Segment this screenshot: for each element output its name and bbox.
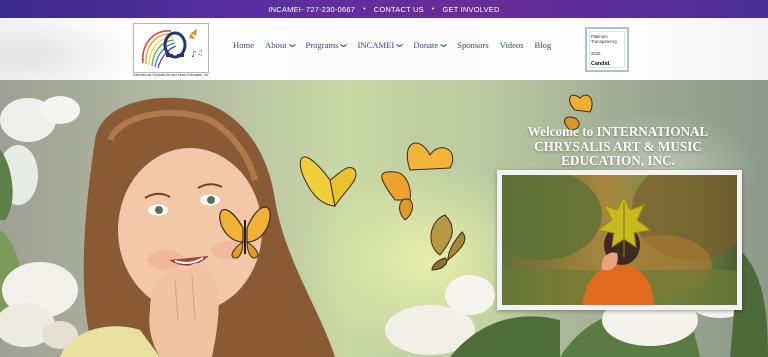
butterfly-icon [299, 156, 357, 208]
top-contact-bar: INCAMEI- 727-230-0667 • CONTACT US • GET… [0, 0, 768, 18]
flower-icon [0, 262, 78, 349]
nav-label: Donate [413, 40, 439, 50]
seal-brand: Candid. [591, 61, 611, 67]
separator-dot: • [431, 5, 435, 13]
featured-photo [502, 175, 737, 305]
butterfly-icon [381, 142, 453, 221]
nav-blog[interactable]: Blog [535, 40, 552, 50]
nav-label: INCAMEI [357, 40, 395, 50]
chevron-down-icon: ❯ [396, 42, 404, 48]
nav-videos[interactable]: Videos [500, 40, 524, 50]
seal-year: 2025 [591, 51, 601, 56]
nav-incamei[interactable]: INCAMEI ❯ [357, 40, 404, 50]
nav-home[interactable]: Home [233, 40, 254, 50]
main-navigation: Home About ❯ Programs ❯ INCAMEI ❯ Donate… [233, 40, 562, 50]
nav-label: Blog [534, 40, 552, 50]
child-with-leaf-photo [502, 175, 737, 305]
nav-label: Sponsors [457, 40, 489, 50]
nav-sponsors[interactable]: Sponsors [457, 40, 489, 50]
featured-photo-frame [497, 170, 742, 310]
nav-label: About [265, 40, 287, 50]
logo-caption: International Chrysalis Art and Music Ed… [133, 73, 209, 77]
nav-about[interactable]: About ❯ [265, 40, 296, 50]
butterfly-icon [430, 214, 466, 271]
chevron-down-icon: ❯ [288, 42, 296, 48]
chevron-down-icon: ❯ [340, 42, 348, 48]
hero-banner: Welcome to INTERNATIONAL CHRYSALIS ART &… [0, 80, 768, 357]
chrysalis-logo-icon: ♪ ♫ [133, 23, 209, 73]
separator-dot: • [363, 5, 366, 13]
nav-programs[interactable]: Programs ❯ [305, 40, 348, 50]
site-header: ♪ ♫ International Chrysalis Art and Musi… [0, 18, 768, 80]
phone-link[interactable]: INCAMEI- 727-230-0667 [268, 5, 355, 14]
svg-text:♪: ♪ [191, 50, 197, 60]
nav-donate[interactable]: Donate ❯ [413, 40, 448, 50]
contact-us-link[interactable]: CONTACT US [374, 5, 424, 14]
nav-label: Home [233, 40, 255, 50]
svg-text:♫: ♫ [197, 49, 203, 57]
site-logo[interactable]: ♪ ♫ [133, 23, 209, 77]
seal-title: Platinum Transparency [591, 34, 618, 45]
seal-line-2: Transparency [591, 38, 618, 44]
nav-label: Videos [499, 40, 524, 50]
candid-transparency-seal[interactable]: Platinum Transparency 2025 Candid. [585, 27, 629, 72]
hero-title: Welcome to INTERNATIONAL CHRYSALIS ART &… [527, 124, 709, 168]
get-involved-link[interactable]: GET INVOLVED [442, 5, 499, 14]
chevron-down-icon: ❯ [440, 42, 448, 48]
nav-label: Programs [305, 40, 339, 50]
